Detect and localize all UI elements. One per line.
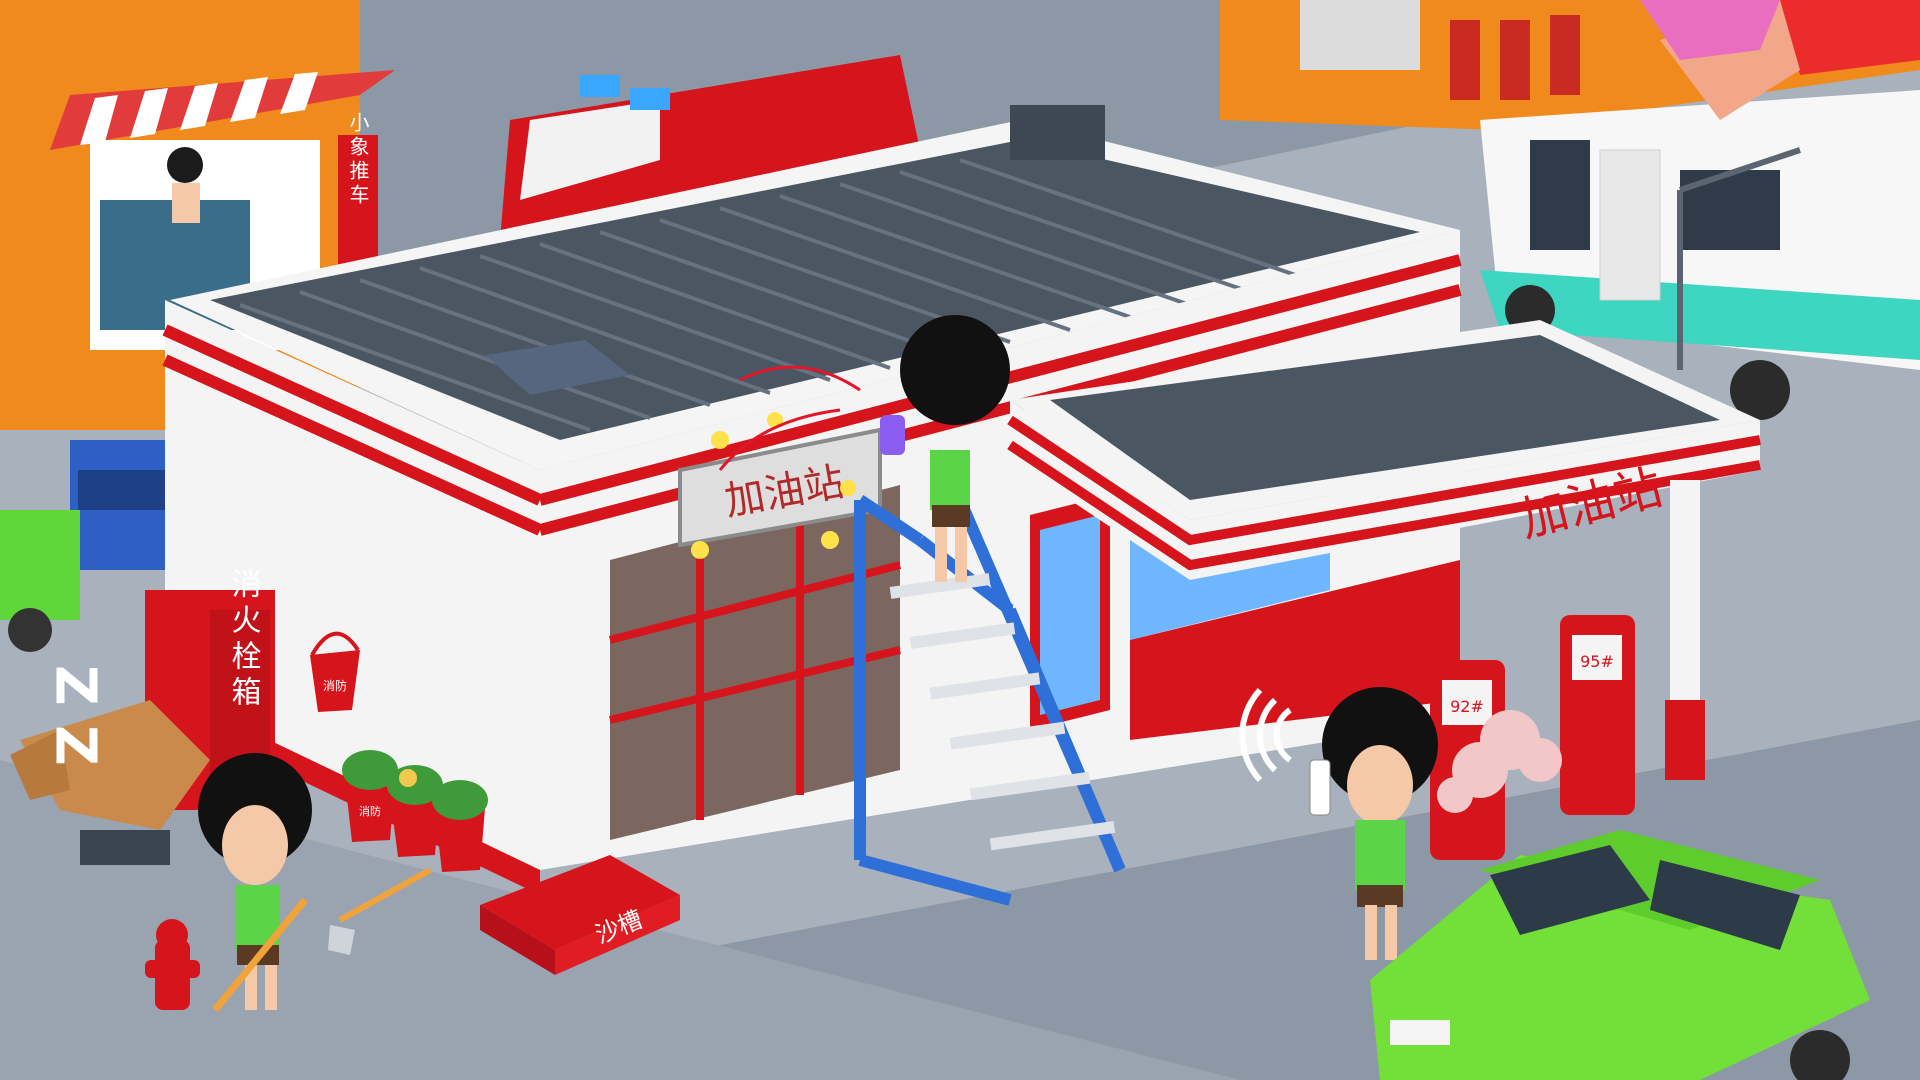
game-scene: 小象推车 加油站 加油站 92# 95# 消火栓箱 消防 消防 沙槽 Z Z [0,0,1920,1080]
roof-vent [1010,105,1105,160]
sponge-tool [880,415,905,455]
fire-bucket-label: 消防 [323,678,347,693]
shopkeeper [167,147,203,183]
pump-95-grade: 95# [1580,652,1614,671]
sleep-symbol: Z Z [43,665,108,766]
mobile-phone [1309,759,1331,816]
dog-bowl [80,830,170,865]
pump-92-grade: 92# [1450,697,1484,716]
fuel-pump-95[interactable]: 95# [1560,615,1635,815]
shop-vertical-sign: 小象推车 [346,112,370,208]
hydrant-cabinet-sign: 消火栓箱 [226,568,262,712]
flower-bucket-label: 消防 [359,804,381,818]
blue-car [70,440,180,570]
sleep-z-icon: Z Z [43,665,108,766]
